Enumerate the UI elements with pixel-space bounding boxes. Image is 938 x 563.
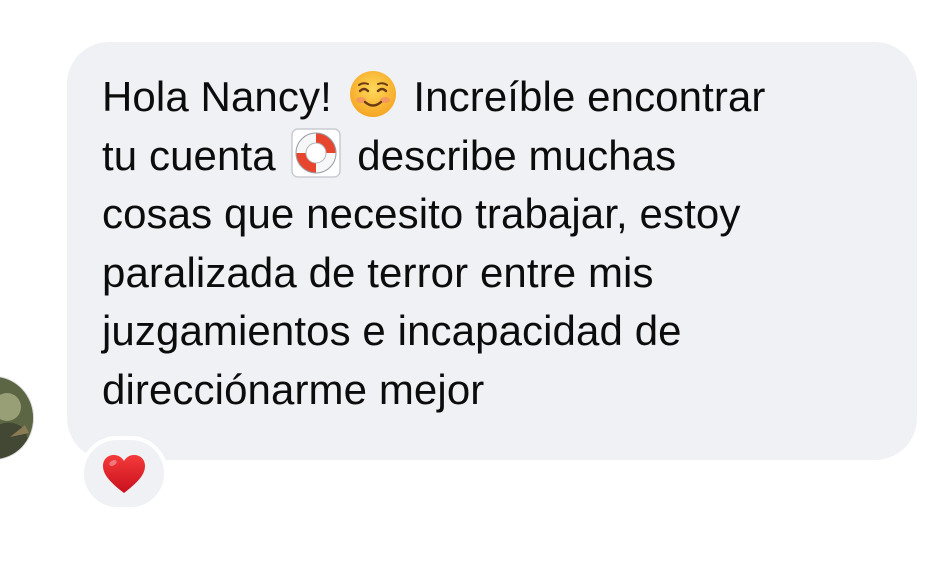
- chat-view: Hola Nancy! Increíble encontrar tu cuent…: [0, 0, 938, 563]
- smiling-face-emoji: [348, 69, 398, 119]
- message-reaction[interactable]: [80, 436, 168, 511]
- sender-avatar[interactable]: [0, 376, 34, 460]
- red-heart-icon: [101, 453, 147, 495]
- message-line: paralizada de terror entre mis: [102, 248, 654, 296]
- message-line: cosas que necesito trabajar, estoy: [102, 190, 741, 237]
- message-text-segment: describe muchas: [345, 131, 677, 179]
- message-text: Hola Nancy! Increíble encontrar tu cuent…: [102, 68, 887, 419]
- message-line: Hola Nancy! Increíble encontrar: [102, 68, 887, 127]
- life-ring-emoji: [291, 127, 342, 178]
- message-bubble[interactable]: Hola Nancy! Increíble encontrar tu cuent…: [67, 42, 917, 460]
- message-line: juzgamientos e incapacidad de: [102, 307, 682, 354]
- message-line: tu cuenta describe muchas: [102, 127, 887, 186]
- message-text-segment: tu cuenta: [102, 131, 288, 179]
- message-text-segment: Increíble encontrar: [401, 73, 766, 120]
- message-line: direcciónarme mejor: [102, 365, 485, 413]
- message-text-segment: Hola Nancy!: [102, 73, 344, 120]
- avatar-photo-icon: [0, 377, 33, 459]
